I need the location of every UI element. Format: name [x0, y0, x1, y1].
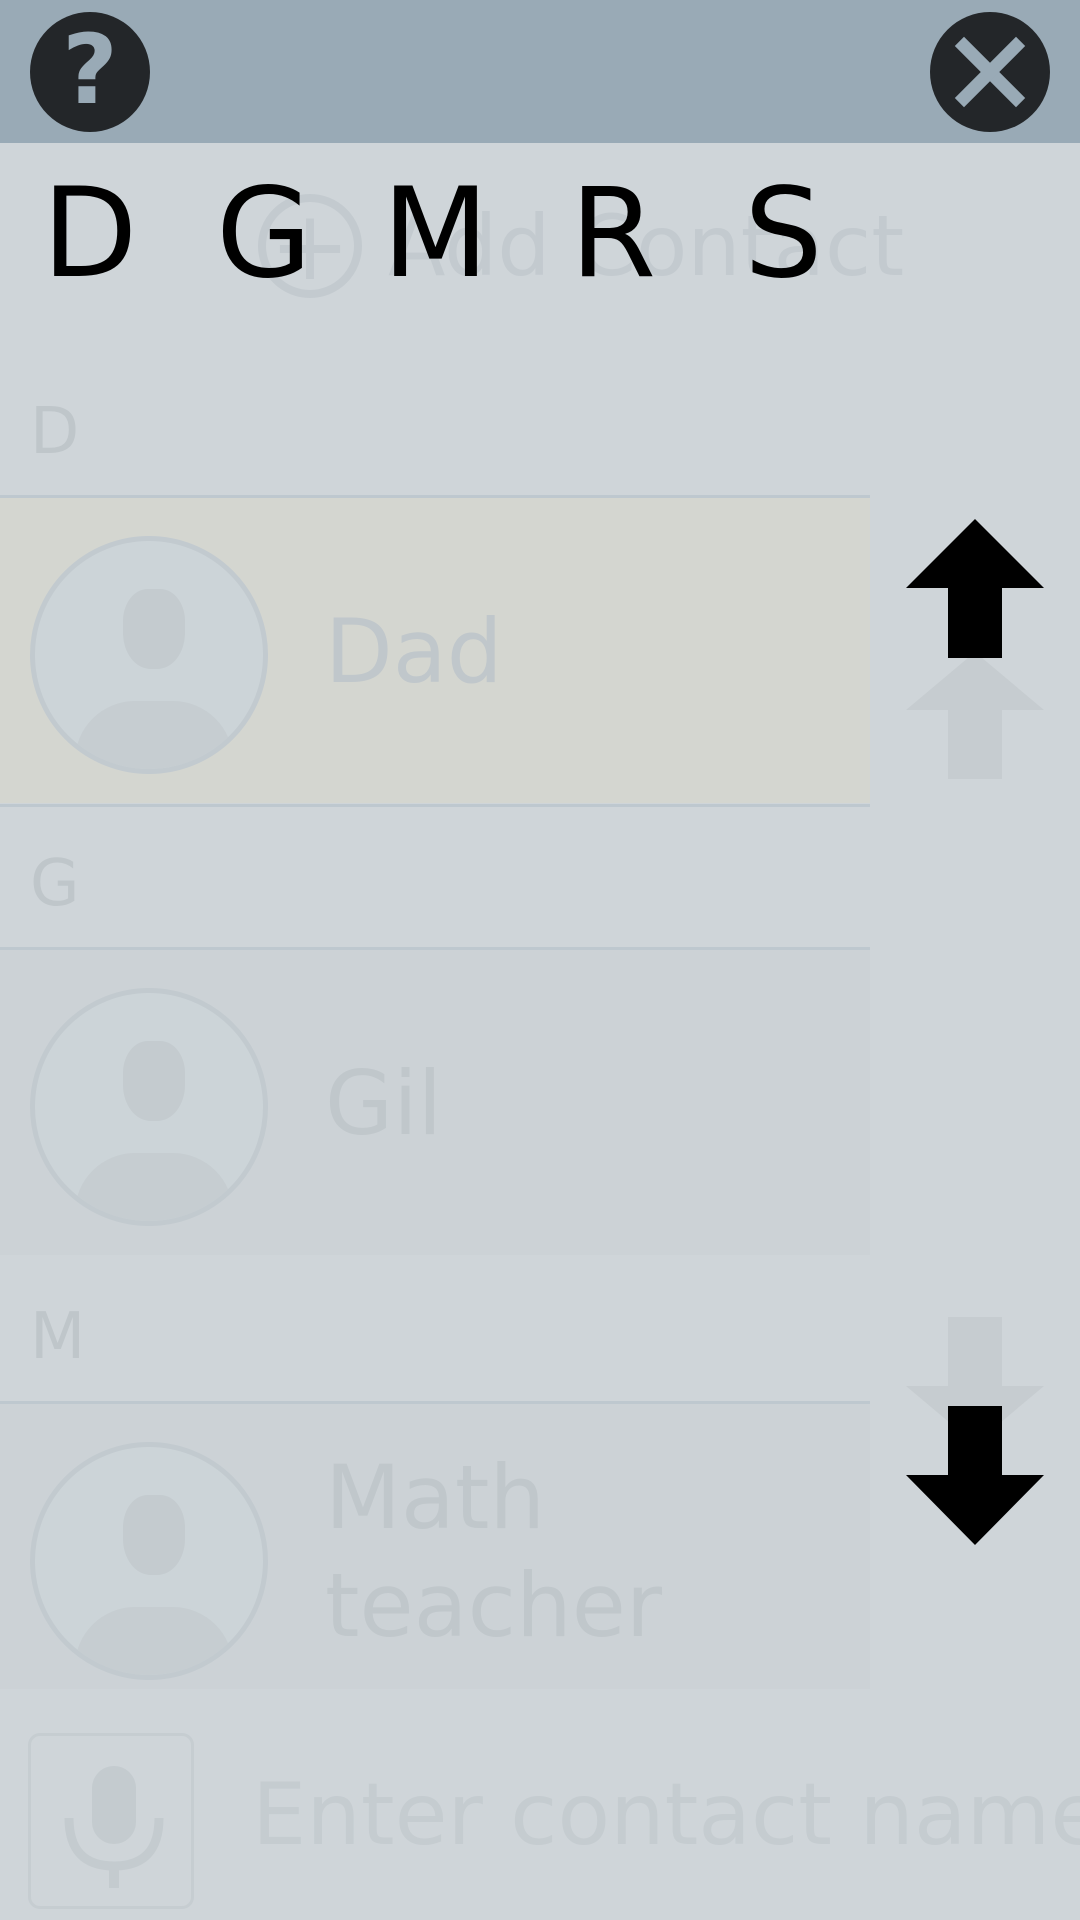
- scroll-down-button[interactable]: [906, 1406, 1044, 1545]
- alphabet-index-g[interactable]: G: [216, 172, 312, 296]
- section-divider: [0, 804, 870, 807]
- alphabet-index-r[interactable]: R: [570, 172, 656, 296]
- ghost-arrow-up-icon: [906, 652, 1044, 779]
- section-header-m: M: [30, 1300, 86, 1374]
- close-button[interactable]: [930, 12, 1050, 132]
- question-mark-icon: ?: [62, 14, 118, 126]
- help-button[interactable]: ?: [30, 12, 150, 132]
- avatar-gil: [30, 988, 268, 1226]
- contact-row-gil: Gil: [0, 950, 870, 1255]
- contact-name: Gil: [325, 1052, 443, 1155]
- microphone-icon: [64, 1766, 164, 1888]
- alphabet-index-s[interactable]: S: [744, 172, 823, 296]
- scroll-up-button[interactable]: [906, 519, 1044, 658]
- microphone-button: [28, 1733, 194, 1909]
- section-header-g: G: [30, 847, 80, 921]
- contact-name: Dad: [325, 600, 503, 703]
- close-x-icon: [954, 36, 1026, 108]
- avatar-math-teacher: [30, 1442, 268, 1680]
- contact-name: Math teacher: [325, 1446, 663, 1657]
- contact-name-input-placeholder: Enter contact name: [252, 1765, 1080, 1865]
- contact-row-math-teacher: Math teacher: [0, 1404, 870, 1689]
- top-bar: ?: [0, 0, 1080, 143]
- section-header-d: D: [30, 395, 80, 469]
- contact-list-background: + Add Contact D Dad G Gil M Math teacher…: [0, 143, 1080, 1920]
- contact-row-dad: Dad: [0, 498, 870, 803]
- alphabet-index-m[interactable]: M: [382, 172, 489, 296]
- avatar-dad: [30, 536, 268, 774]
- alphabet-index-d[interactable]: D: [42, 172, 137, 296]
